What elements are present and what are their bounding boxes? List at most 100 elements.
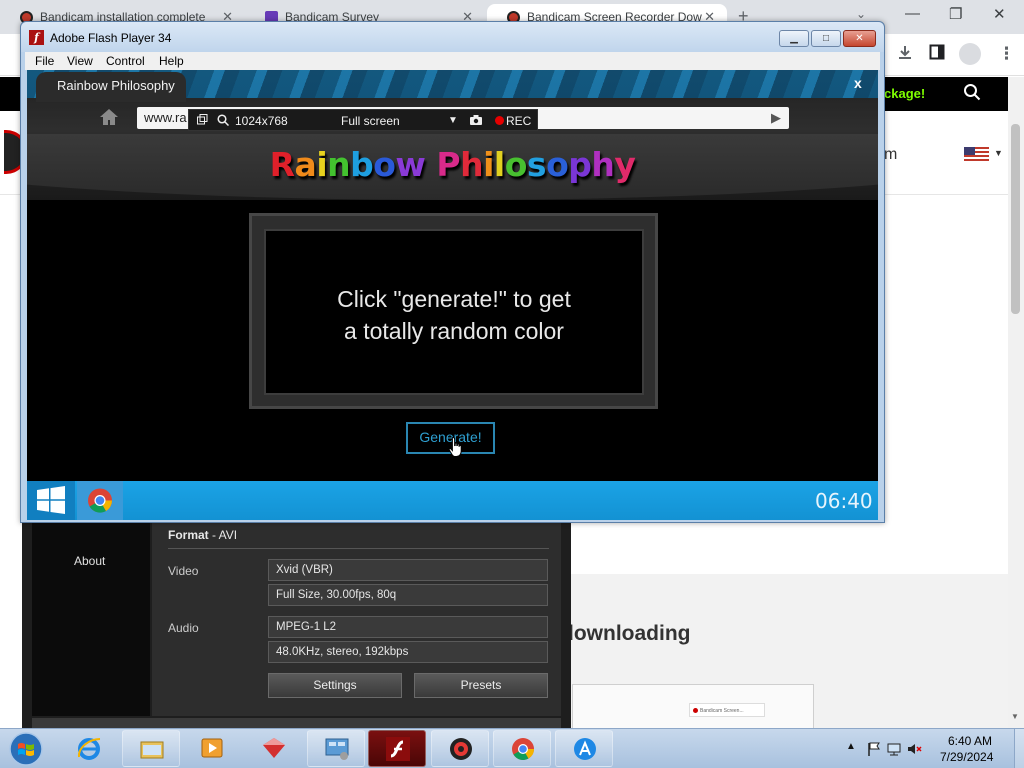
go-arrow-icon[interactable]: ▶ [771,110,781,126]
search-icon[interactable] [217,114,229,126]
language-caret-icon[interactable]: ▼ [994,148,1003,158]
taskbar-file-explorer[interactable] [122,730,180,767]
chrome-icon [512,738,534,760]
taskbar-internet-explorer[interactable] [60,730,118,767]
logo-letter: R [269,145,295,184]
profile-avatar-icon[interactable] [959,43,981,65]
taskbar-control-panel[interactable] [307,730,365,767]
clock-time[interactable]: 6:40 AM [948,734,992,748]
chrome-menu-icon[interactable]: ⋮ [998,44,1015,64]
volume-muted-icon[interactable] [906,741,922,757]
logo-letter: w [395,145,426,184]
app-store-icon [574,738,596,760]
flash-player-window: f Adobe Flash Player 34 ▁ □ ✕ File View … [20,21,885,523]
dropdown-arrow-icon[interactable]: ▼ [448,115,458,126]
chrome-icon[interactable] [77,481,123,520]
section-heading: lownloading [568,622,691,645]
close-button[interactable]: ✕ [843,30,876,47]
logo-letter: i [483,145,494,184]
scrollbar-thumb[interactable] [1011,124,1020,314]
window-restore-button[interactable]: ❐ [949,5,962,23]
logo-letter: o [504,145,528,184]
network-icon[interactable] [886,741,902,757]
window-minimize-button[interactable]: — [905,5,920,22]
settings-button[interactable]: Settings [268,673,402,698]
logo-letter: n [327,145,351,184]
windows-taskbar: ▲ 6:40 AM 7/29/2024 [0,728,1024,768]
menu-control[interactable]: Control [106,54,145,68]
video-label: Video [168,564,199,578]
control-panel-icon [325,738,349,760]
rp-page-tab[interactable]: Rainbow Philosophy [36,72,186,102]
taskbar-chrome[interactable] [493,730,551,767]
rp-url-text: www.ra [144,110,187,125]
media-player-icon [201,738,223,758]
taskbar-bandicam[interactable] [431,730,489,767]
banner-text[interactable]: ckage! [884,86,925,101]
color-display-area: Click "generate!" to get a totally rando… [264,229,644,395]
rainbow-philosophy-logo: Rainbow Philosophy [27,145,878,184]
flash-titlebar[interactable]: f Adobe Flash Player 34 ▁ □ ✕ [21,22,884,52]
logo-letter: s [526,145,547,184]
flash-player-icon [386,737,410,761]
rec-button[interactable]: REC [506,114,531,128]
taskbar-flash-player[interactable] [368,730,426,767]
menu-file[interactable]: File [35,54,54,68]
audio-detail-field: 48.0KHz, stereo, 192kbps [268,641,548,663]
tab-search-chevron-icon[interactable]: ⌄ [856,7,866,21]
taskbar-app-red-box[interactable] [245,730,303,767]
window-mode-icon[interactable] [197,114,208,125]
scroll-down-arrow-icon[interactable]: ▼ [1011,712,1019,721]
logo-letter: a [294,145,317,184]
bandicam-window: About Format - AVI Video Xvid (VBR) Full… [22,520,571,730]
windows-start-orb-icon[interactable] [6,731,46,767]
record-dot-icon [495,116,504,125]
presets-button[interactable]: Presets [414,673,548,698]
maximize-button[interactable]: □ [811,30,841,47]
window-close-button[interactable]: ✕ [993,5,1006,23]
minimize-button[interactable]: ▁ [779,30,809,47]
logo-letter: o [546,145,569,184]
sidebar-item-about[interactable]: About [74,554,105,568]
bandicam-recording-toolbar[interactable]: 1024x768 Full screen ▼ REC [188,109,538,131]
rp-header: Rainbow Philosophy x www.ra ▶ Rainbow Ph… [27,70,878,200]
bandicam-icon [450,738,472,760]
menu-help[interactable]: Help [159,54,184,68]
taskbar-media-player[interactable] [183,730,241,767]
instruction-text: Click "generate!" to get a totally rando… [266,283,642,347]
download-icon[interactable] [896,44,914,62]
browser-screenshot-illustration: Bandicam Screen... [572,684,814,730]
hand-pointer-cursor-icon [448,436,462,457]
show-desktop-button[interactable] [1014,729,1024,768]
camera-icon[interactable] [469,114,483,126]
menu-view[interactable]: View [67,54,93,68]
taskbar-app-a[interactable] [555,730,613,767]
color-display-frame: Click "generate!" to get a totally rando… [249,213,658,409]
logo-letter: h [591,145,615,184]
logo-letter: i [316,145,328,184]
logo-letter: p [568,145,592,184]
resolution-label: 1024x768 [235,114,288,128]
site-nav-text[interactable]: m [884,146,897,164]
system-tray: ▲ 6:40 AM 7/29/2024 [840,729,1024,768]
logo-letter: P [436,145,461,184]
inner-desktop-taskbar: 06:40 [27,481,878,520]
us-flag-icon[interactable] [964,147,989,162]
capture-mode-select[interactable]: Full screen [341,114,400,128]
side-panel-icon[interactable] [929,44,945,60]
clock-date[interactable]: 7/29/2024 [940,750,993,764]
rp-close-icon[interactable]: x [854,75,862,91]
logo-letter: h [460,145,484,184]
home-icon[interactable] [99,108,119,126]
audio-codec-field: MPEG-1 L2 [268,616,548,638]
video-codec-field: Xvid (VBR) [268,559,548,581]
search-icon[interactable] [963,83,981,101]
show-hidden-icons-chevron-icon[interactable]: ▲ [846,741,856,752]
action-center-flag-icon[interactable] [866,741,882,757]
video-detail-field: Full Size, 30.00fps, 80q [268,584,548,606]
instruction-line-1: Click "generate!" to get [337,286,571,312]
flash-menubar: File View Control Help [25,52,880,70]
flash-stage: Rainbow Philosophy x www.ra ▶ Rainbow Ph… [27,70,878,520]
windows-start-icon[interactable] [27,481,75,520]
logo-letter [425,145,436,184]
